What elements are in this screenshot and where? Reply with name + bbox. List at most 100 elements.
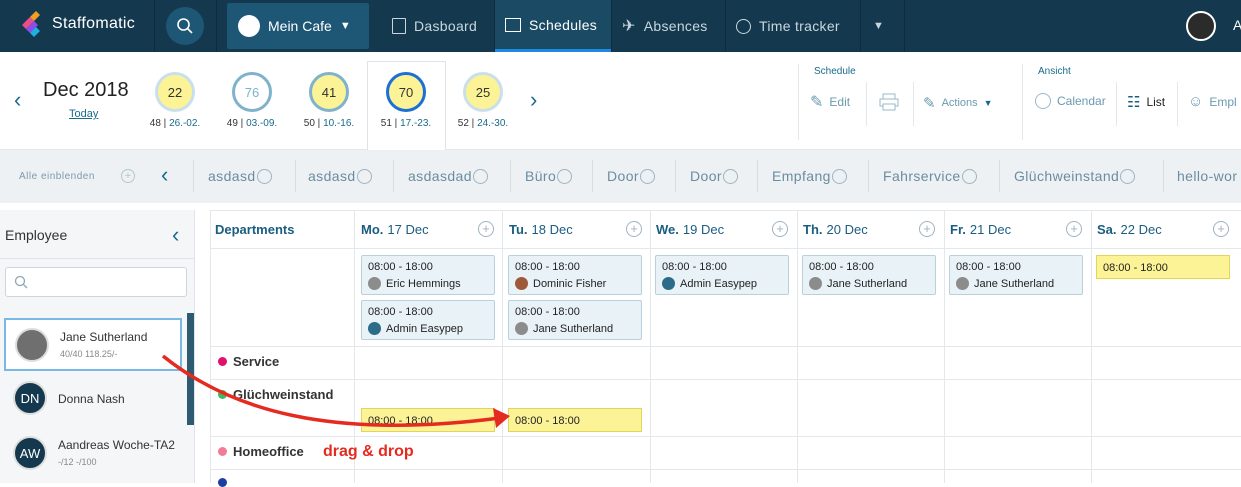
location-selector[interactable]: Mein Cafe ▼ xyxy=(227,3,369,49)
avatar: AW xyxy=(13,436,47,470)
collapse-sidebar-chevron-icon[interactable]: ‹ xyxy=(172,222,179,248)
shift-card[interactable]: 08:00 - 18:00 Admin Easypep xyxy=(361,300,495,340)
shift-card[interactable]: 08:00 - 18:00 Jane Sutherland xyxy=(949,255,1083,295)
add-shift-button[interactable]: + xyxy=(772,221,788,237)
shift-card[interactable]: 08:00 - 18:00 Admin Easypep xyxy=(655,255,789,295)
edit-button[interactable]: ✎ Edit xyxy=(810,92,850,112)
calendar-view-button[interactable]: Calendar xyxy=(1035,93,1106,109)
week-51-ring[interactable]: 70 xyxy=(386,72,426,112)
dep-filter-asdasd[interactable]: asdasd xyxy=(208,168,272,184)
dep-filter-hello-world[interactable]: hello-wor xyxy=(1177,168,1237,184)
add-shift-button[interactable]: + xyxy=(1066,221,1082,237)
week-48-ring[interactable]: 22 xyxy=(155,72,195,112)
employee-card-jane-sutherland[interactable]: Jane Sutherland 40/40 118.25/- xyxy=(4,318,182,371)
list-tree-icon: ☷ xyxy=(1127,94,1141,111)
today-link[interactable]: Today xyxy=(69,108,98,120)
brand[interactable]: Staffomatic xyxy=(18,11,135,37)
day-header-fr: Fr. 21 Dec xyxy=(950,221,1012,237)
list-view-button[interactable]: ☷ List xyxy=(1127,93,1165,111)
week-50-ring[interactable]: 41 xyxy=(309,72,349,112)
week-value: 70 xyxy=(398,84,414,100)
week-49-ring[interactable]: 76 xyxy=(232,72,272,112)
schedule-header: ‹ Dec 2018 Today 22 48 | 26.-02. 76 49 |… xyxy=(0,52,1241,150)
shift-card[interactable]: 08:00 - 18:00 Eric Hemmings xyxy=(361,255,495,295)
nav-dashboard[interactable]: Dasboard xyxy=(380,0,494,52)
dep-filter-buero[interactable]: Büro xyxy=(525,168,573,184)
chevron-down-icon: ▼ xyxy=(873,20,885,32)
search-icon xyxy=(177,18,193,34)
drag-drop-annotation: drag & drop xyxy=(323,443,414,460)
dep-filter-gluehweinstand[interactable]: Glüchweinstand xyxy=(1014,168,1136,184)
open-shift[interactable]: 08:00 - 18:00 xyxy=(508,408,642,432)
dep-filter-fahrservice[interactable]: Fahrservice xyxy=(883,168,977,184)
day-header-we: We. 19 Dec xyxy=(656,221,725,237)
week-52-label[interactable]: 52 | 24.-30. xyxy=(445,118,521,129)
nav-schedules[interactable]: Schedules xyxy=(495,0,611,52)
open-shift[interactable]: 08:00 - 18:00 xyxy=(361,408,495,432)
chevron-down-icon: ▼ xyxy=(339,20,351,32)
nav-time-tracker[interactable]: Time tracker xyxy=(726,0,860,52)
show-all-link[interactable]: Alle einblenden xyxy=(19,171,95,182)
shift-card[interactable]: 08:00 - 18:00 Jane Sutherland xyxy=(802,255,936,295)
prev-week-chevron-icon[interactable]: ‹ xyxy=(14,87,21,113)
user-name-partial: A xyxy=(1233,17,1241,33)
dep-filter-door[interactable]: Door xyxy=(607,168,655,184)
clock-icon xyxy=(1035,93,1051,109)
week-value: 22 xyxy=(167,84,183,100)
more-menu-button[interactable]: ▼ xyxy=(873,0,884,52)
week-51-label[interactable]: 51 | 17.-23. xyxy=(368,118,444,129)
chevron-down-icon: ▼ xyxy=(983,98,993,108)
week-50-label[interactable]: 50 | 10.-16. xyxy=(291,118,367,129)
day-header-mo: Mo. 17 Dec xyxy=(361,221,429,237)
add-circle-icon[interactable]: + xyxy=(121,169,135,183)
actions-dropdown[interactable]: ✎ Actions ▼ xyxy=(923,94,993,112)
view-group-label: Ansicht xyxy=(1038,66,1071,77)
open-shift[interactable]: 08:00 - 18:00 xyxy=(1096,255,1230,279)
avatar xyxy=(368,322,381,335)
employee-search-input[interactable] xyxy=(5,267,187,297)
dep-filter-asdasdad[interactable]: asdasdad xyxy=(408,168,488,184)
employee-sidebar: Employee ‹ Jane Sutherland 40/40 118.25/… xyxy=(0,210,195,483)
dep-filter-empfang[interactable]: Empfang xyxy=(772,168,847,184)
department-filter-strip: Alle einblenden + ‹ asdasd asdasd asdasd… xyxy=(0,150,1241,203)
week-49-label[interactable]: 49 | 03.-09. xyxy=(214,118,290,129)
user-avatar[interactable] xyxy=(1186,11,1216,41)
add-shift-button[interactable]: + xyxy=(478,221,494,237)
department-color-dot xyxy=(218,357,227,366)
sidebar-title: Employee xyxy=(5,227,68,243)
week-48-label[interactable]: 48 | 26.-02. xyxy=(137,118,213,129)
brand-name: Staffomatic xyxy=(52,15,136,32)
employees-view-button[interactable]: ☺ Empl xyxy=(1188,93,1237,110)
staffomatic-logo-icon xyxy=(22,11,40,37)
avatar xyxy=(515,322,528,335)
employee-card-aandreas-woche[interactable]: AW Aandreas Woche-TA2 -/12 -/100 xyxy=(4,428,182,481)
prev-departments-chevron-icon[interactable]: ‹ xyxy=(161,162,168,188)
shift-card[interactable]: 08:00 - 18:00 Dominic Fisher xyxy=(508,255,642,295)
location-name: Mein Cafe xyxy=(268,18,332,34)
dep-filter-door-2[interactable]: Door xyxy=(690,168,738,184)
avatar xyxy=(809,277,822,290)
next-week-chevron-icon[interactable]: › xyxy=(530,87,537,113)
day-header-sa: Sa. 22 Dec xyxy=(1097,221,1162,237)
departments-header: Departments xyxy=(215,221,295,237)
week-52-ring[interactable]: 25 xyxy=(463,72,503,112)
employee-stats: -/12 -/100 xyxy=(58,457,97,467)
employee-name: Jane Sutherland xyxy=(60,330,148,344)
wand-icon: ✎ xyxy=(923,95,936,112)
search-button[interactable] xyxy=(166,7,204,45)
print-button[interactable] xyxy=(879,93,899,116)
add-shift-button[interactable]: + xyxy=(626,221,642,237)
add-shift-button[interactable]: + xyxy=(919,221,935,237)
avatar xyxy=(15,328,49,362)
employee-card-donna-nash[interactable]: DN Donna Nash xyxy=(4,373,182,426)
dep-filter-asdasd-2[interactable]: asdasd xyxy=(308,168,372,184)
sidebar-scrollbar[interactable] xyxy=(187,313,194,425)
add-shift-button[interactable]: + xyxy=(1213,221,1229,237)
department-color-dot xyxy=(218,390,227,399)
avatar xyxy=(956,277,969,290)
list-label: List xyxy=(1146,95,1166,109)
nav-absences[interactable]: ✈ Absences xyxy=(612,0,725,52)
employee-name: Aandreas Woche-TA2 xyxy=(58,438,175,452)
shift-card[interactable]: 08:00 - 18:00 Jane Sutherland xyxy=(508,300,642,340)
department-color-dot xyxy=(218,447,227,456)
